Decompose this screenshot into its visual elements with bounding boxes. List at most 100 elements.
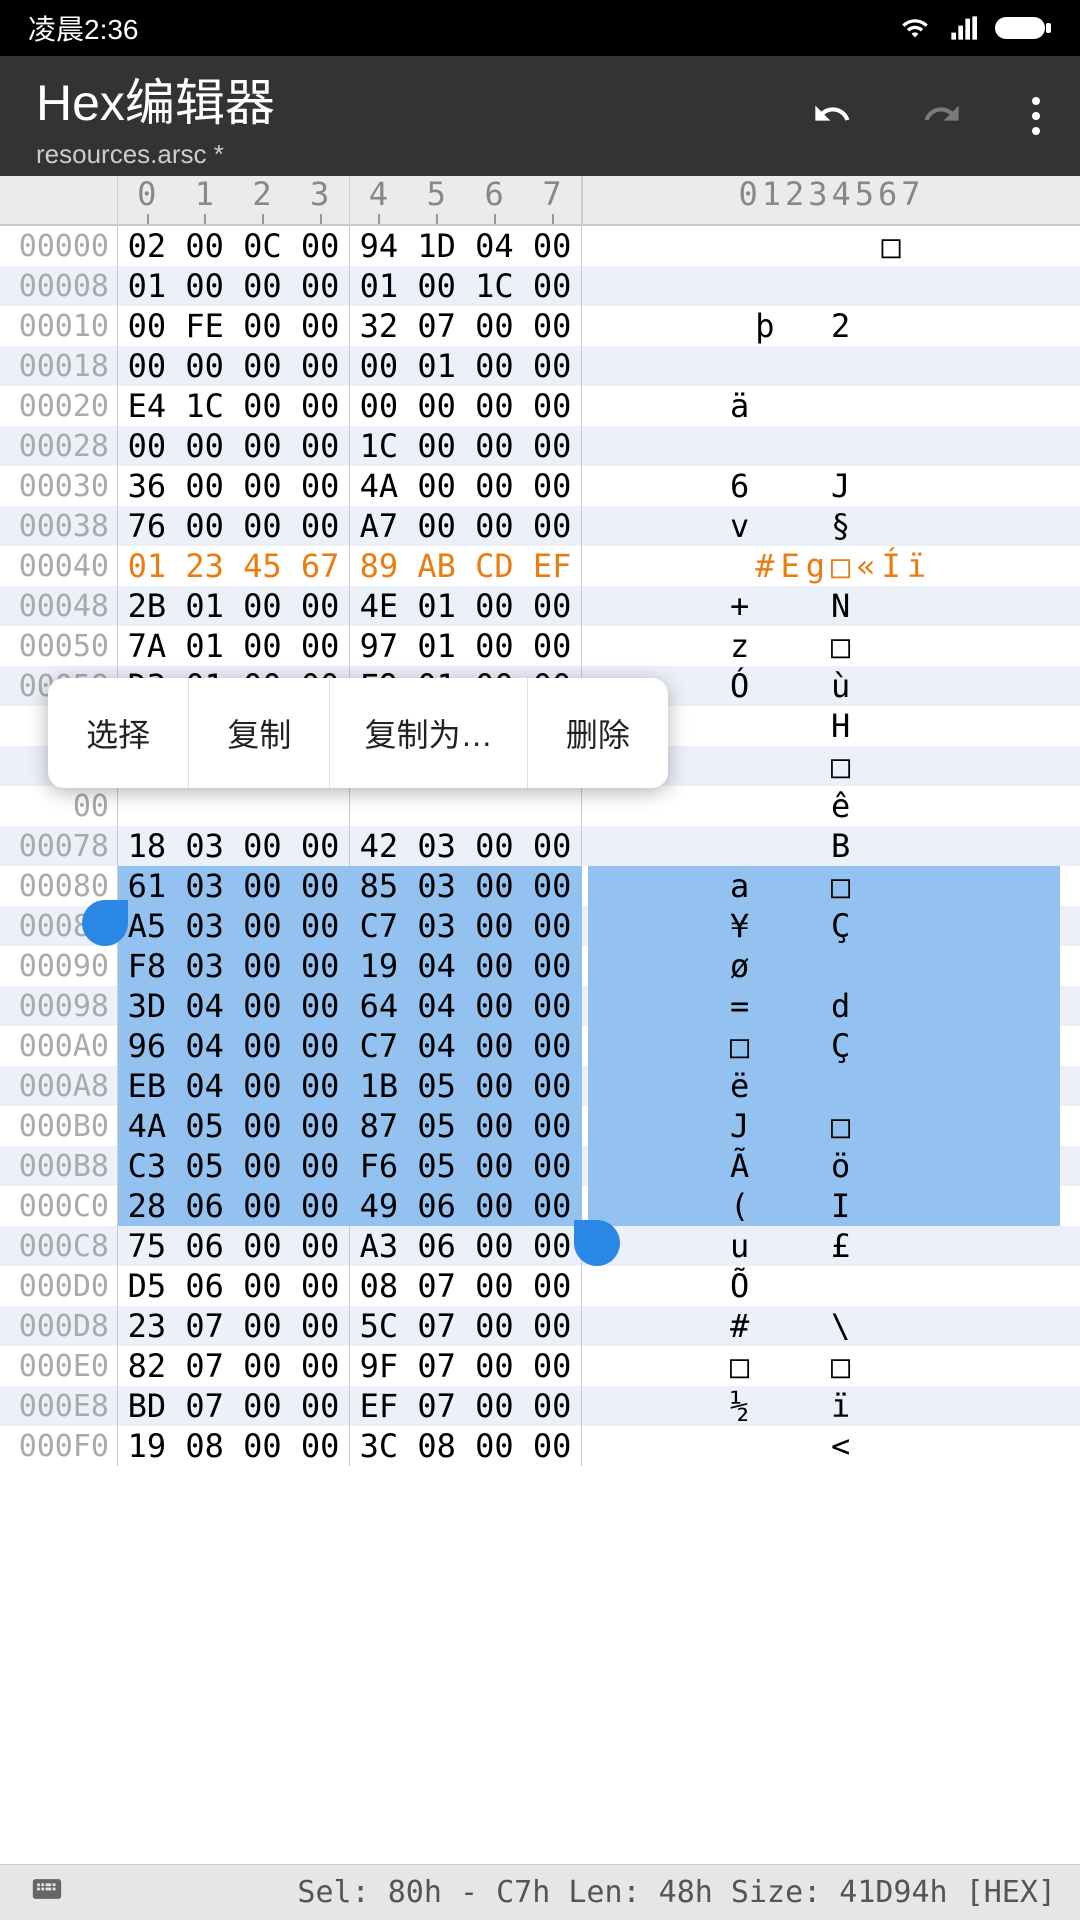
hex-byte[interactable]: 00 [466,387,524,425]
hex-byte[interactable]: 00 [291,827,349,865]
ascii-cell[interactable]: ½ ï [582,1387,1080,1425]
ascii-cell[interactable]: #Eg□«Íï [582,547,1080,585]
hex-byte[interactable]: 00 [466,627,524,665]
hex-byte[interactable]: 03 [176,867,234,905]
hex-byte[interactable]: 49 [350,1187,408,1225]
hex-byte[interactable]: 00 [523,467,581,505]
hex-byte[interactable]: 00 [291,347,349,385]
ascii-cell[interactable]: □ Ç [582,1027,1080,1065]
hex-byte[interactable]: 07 [408,1387,466,1425]
hex-byte[interactable]: CD [466,547,524,585]
hex-row[interactable]: 00088A5030000C7030000¥ Ç [0,906,1080,946]
hex-byte[interactable]: 00 [291,867,349,905]
hex-byte[interactable]: 00 [466,987,524,1025]
ascii-cell[interactable]: a □ [582,867,1080,905]
hex-byte[interactable]: 00 [234,507,292,545]
hex-row[interactable]: 000E0820700009F070000□ □ [0,1346,1080,1386]
hex-byte[interactable]: 00 [234,987,292,1025]
ascii-cell[interactable]: B [582,827,1080,865]
hex-byte[interactable]: 4E [350,587,408,625]
redo-button[interactable] [912,94,972,139]
hex-byte[interactable]: 05 [176,1107,234,1145]
hex-byte[interactable]: 07 [176,1347,234,1385]
hex-row[interactable]: 000400123456789ABCDEF #Eg□«Íï [0,546,1080,586]
hex-byte[interactable]: 00 [523,267,581,305]
hex-byte[interactable]: 67 [291,547,349,585]
hex-byte[interactable]: 00 [466,1027,524,1065]
hex-byte[interactable]: 00 [291,1347,349,1385]
hex-row[interactable]: 000C875060000A3060000u £ [0,1226,1080,1266]
hex-byte[interactable]: 00 [176,507,234,545]
hex-byte[interactable]: 00 [234,1307,292,1345]
hex-byte[interactable]: A3 [350,1227,408,1265]
hex-row[interactable]: 000080100000001001C00 [0,266,1080,306]
hex-byte[interactable]: 00 [523,1147,581,1185]
hex-byte[interactable]: 00 [466,1307,524,1345]
hex-byte[interactable]: 00 [350,387,408,425]
hex-byte[interactable]: 9F [350,1347,408,1385]
ascii-cell[interactable]: Õ [582,1267,1080,1305]
hex-byte[interactable]: 00 [523,907,581,945]
hex-byte[interactable]: 00 [350,347,408,385]
hex-row[interactable]: 000806103000085030000a □ [0,866,1080,906]
hex-byte[interactable]: 00 [234,1347,292,1385]
ascii-cell[interactable]: □ [582,227,1080,265]
hex-byte[interactable]: 0C [234,227,292,265]
hex-byte[interactable]: 00 [176,267,234,305]
hex-row[interactable]: 000A8EB0400001B050000ë [0,1066,1080,1106]
hex-byte[interactable]: A7 [350,507,408,545]
hex-byte[interactable]: 00 [466,1107,524,1145]
hex-byte[interactable]: 07 [408,1347,466,1385]
hex-byte[interactable]: 00 [291,1427,349,1465]
hex-byte[interactable]: 00 [408,467,466,505]
hex-byte[interactable]: 00 [466,1427,524,1465]
hex-byte[interactable]: 1C [176,387,234,425]
hex-byte[interactable]: 05 [408,1107,466,1145]
hex-byte[interactable]: 00 [234,387,292,425]
hex-byte[interactable]: 00 [234,867,292,905]
hex-byte[interactable]: 1C [350,427,408,465]
hex-byte[interactable]: 85 [350,867,408,905]
hex-row[interactable]: 000983D04000064040000= d [0,986,1080,1026]
hex-byte[interactable]: D5 [118,1267,176,1305]
hex-byte[interactable]: 00 [291,507,349,545]
hex-byte[interactable]: 00 [291,307,349,345]
hex-byte[interactable]: 3D [118,987,176,1025]
ascii-cell[interactable]: = d [582,987,1080,1025]
hex-byte[interactable]: F8 [118,947,176,985]
ascii-cell[interactable]: □ □ [582,1347,1080,1385]
hex-byte[interactable]: 00 [523,587,581,625]
hex-byte[interactable]: 1B [350,1067,408,1105]
hex-byte[interactable]: 00 [234,1427,292,1465]
hex-byte[interactable]: 5C [350,1307,408,1345]
hex-byte[interactable]: 00 [523,987,581,1025]
hex-row[interactable]: 000B8C3050000F6050000Ã ö [0,1146,1080,1186]
hex-byte[interactable]: 00 [291,387,349,425]
hex-byte[interactable]: 00 [234,947,292,985]
hex-byte[interactable]: 03 [176,907,234,945]
hex-byte[interactable]: 19 [350,947,408,985]
ascii-cell[interactable]: v § [582,507,1080,545]
hex-byte[interactable]: 00 [466,587,524,625]
hex-byte[interactable]: 01 [408,347,466,385]
hex-byte[interactable]: 03 [408,907,466,945]
hex-byte[interactable]: 00 [523,1347,581,1385]
hex-row[interactable]: 00 ê [0,786,1080,826]
hex-byte[interactable]: 00 [523,1427,581,1465]
hex-byte[interactable]: 07 [408,307,466,345]
hex-byte[interactable]: 00 [466,907,524,945]
hex-byte[interactable]: 18 [118,827,176,865]
hex-byte[interactable]: 89 [350,547,408,585]
hex-byte[interactable]: 00 [291,907,349,945]
hex-byte[interactable]: 00 [234,467,292,505]
hex-byte[interactable]: 76 [118,507,176,545]
hex-byte[interactable]: 05 [408,1067,466,1105]
hex-byte[interactable]: 00 [234,1107,292,1145]
hex-byte[interactable]: 00 [234,307,292,345]
hex-byte[interactable]: 06 [176,1187,234,1225]
hex-row[interactable]: 000F0190800003C080000 < [0,1426,1080,1466]
hex-byte[interactable]: 00 [291,1067,349,1105]
hex-byte[interactable]: 02 [118,227,176,265]
hex-byte[interactable]: 01 [176,587,234,625]
hex-byte[interactable]: 00 [291,947,349,985]
